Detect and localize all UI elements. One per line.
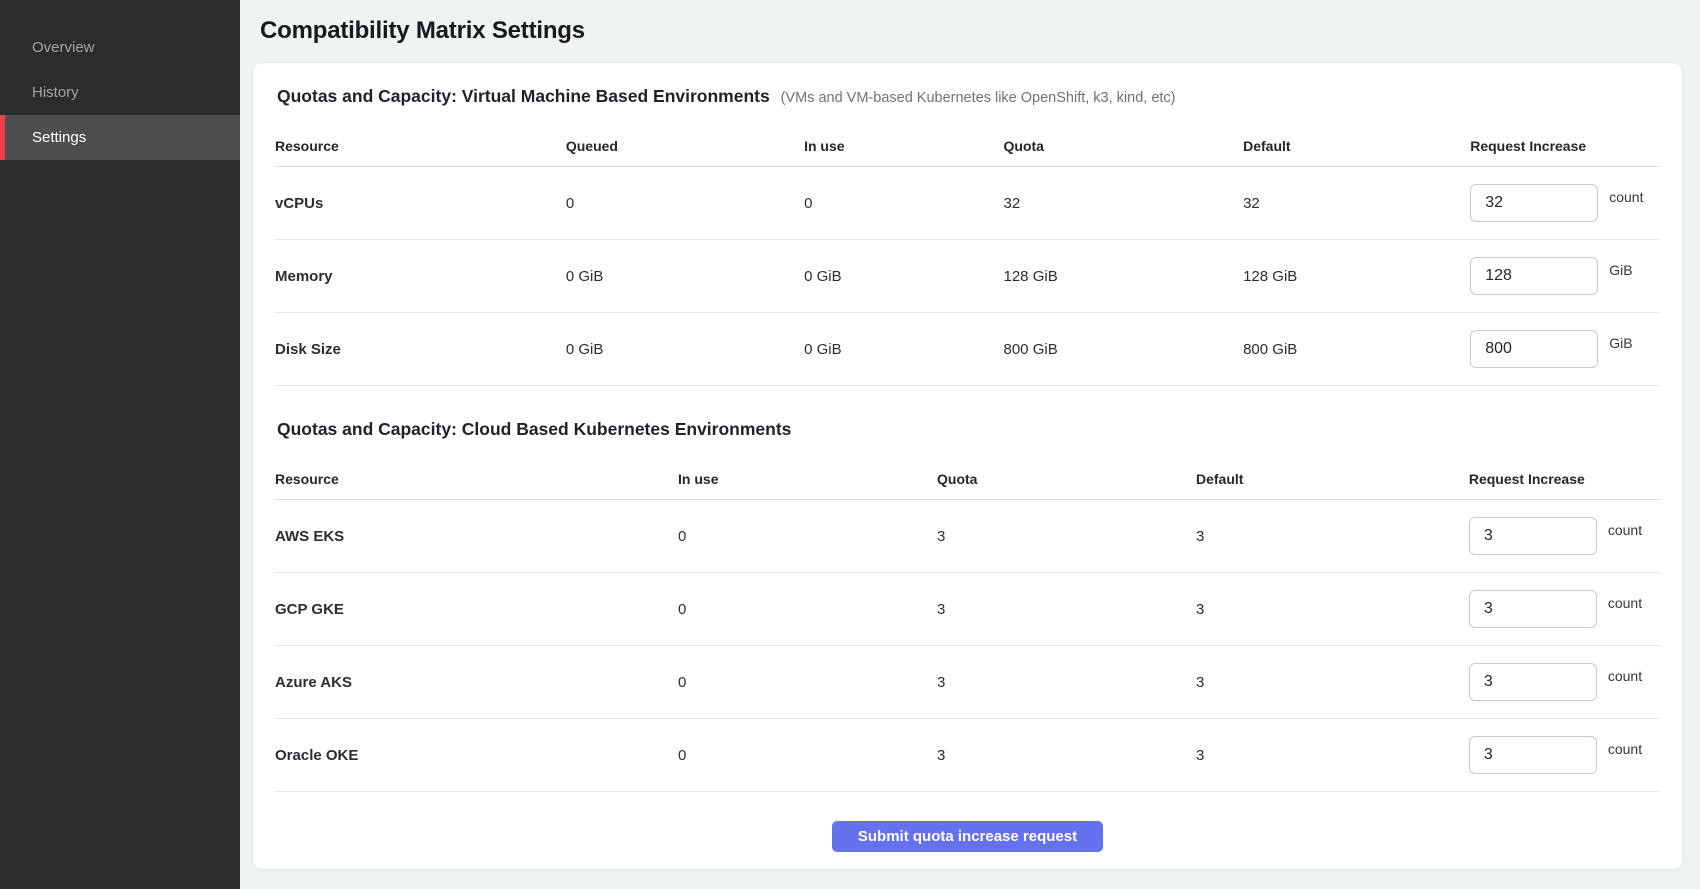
unit-label: count (1608, 595, 1642, 611)
column-header-resource: Resource (275, 471, 678, 487)
sidebar-item-label: History (32, 84, 79, 101)
in-use-value: 0 (678, 528, 937, 545)
page-title: Compatibility Matrix Settings (260, 18, 1683, 44)
quota-value: 3 (937, 528, 1196, 545)
vcpus-request-input[interactable] (1470, 184, 1598, 222)
default-value: 800 GiB (1243, 341, 1470, 358)
default-value: 128 GiB (1243, 268, 1470, 285)
aws-eks-request-input[interactable] (1469, 517, 1597, 555)
submit-quota-increase-button[interactable]: Submit quota increase request (832, 821, 1103, 852)
queued-value: 0 (566, 195, 804, 212)
request-increase-cell: count (1470, 184, 1660, 222)
default-value: 32 (1243, 195, 1470, 212)
quota-value: 3 (937, 747, 1196, 764)
resource-name: Memory (275, 268, 566, 285)
table-row-memory: Memory 0 GiB 0 GiB 128 GiB 128 GiB GiB (275, 240, 1660, 313)
default-value: 3 (1196, 747, 1469, 764)
in-use-value: 0 (678, 674, 937, 691)
resource-name: Oracle OKE (275, 747, 678, 764)
column-header-quota: Quota (937, 471, 1196, 487)
in-use-value: 0 (678, 601, 937, 618)
table-row-gcp-gke: GCP GKE 0 3 3 count (275, 573, 1660, 646)
cloud-table-header: Resource In use Quota Default Request In… (275, 458, 1660, 500)
unit-label: count (1609, 189, 1643, 205)
quota-value: 128 GiB (1004, 268, 1244, 285)
request-increase-cell: count (1469, 590, 1660, 628)
main-content: Compatibility Matrix Settings Quotas and… (240, 0, 1700, 889)
vm-section-title: Quotas and Capacity: Virtual Machine Bas… (277, 86, 1660, 107)
memory-request-input[interactable] (1470, 257, 1598, 295)
in-use-value: 0 (678, 747, 937, 764)
sidebar-item-overview[interactable]: Overview (0, 25, 240, 70)
sidebar: Overview History Settings (0, 0, 240, 889)
cloud-section-title-text: Quotas and Capacity: Cloud Based Kuberne… (277, 419, 791, 439)
in-use-value: 0 GiB (804, 341, 1003, 358)
resource-name: GCP GKE (275, 601, 678, 618)
table-row-disk-size: Disk Size 0 GiB 0 GiB 800 GiB 800 GiB Gi… (275, 313, 1660, 386)
column-header-request-increase: Request Increase (1470, 138, 1660, 154)
in-use-value: 0 GiB (804, 268, 1003, 285)
vm-section-title-text: Quotas and Capacity: Virtual Machine Bas… (277, 86, 770, 106)
column-header-default: Default (1243, 138, 1470, 154)
in-use-value: 0 (804, 195, 1003, 212)
gcp-gke-request-input[interactable] (1469, 590, 1597, 628)
quotas-card: Quotas and Capacity: Virtual Machine Bas… (252, 62, 1683, 870)
sidebar-item-settings[interactable]: Settings (0, 115, 240, 160)
quota-value: 3 (937, 601, 1196, 618)
disk-size-request-input[interactable] (1470, 330, 1598, 368)
unit-label: count (1608, 668, 1642, 684)
column-header-queued: Queued (566, 138, 804, 154)
table-row-oracle-oke: Oracle OKE 0 3 3 count (275, 719, 1660, 792)
sidebar-item-label: Settings (32, 129, 86, 146)
request-increase-cell: GiB (1470, 257, 1660, 295)
request-increase-cell: count (1469, 663, 1660, 701)
column-header-in-use: In use (678, 471, 937, 487)
column-header-resource: Resource (275, 138, 566, 154)
default-value: 3 (1196, 674, 1469, 691)
request-increase-cell: GiB (1470, 330, 1660, 368)
submit-button-row: Submit quota increase request (275, 792, 1660, 852)
vm-section-subtitle: (VMs and VM-based Kubernetes like OpenSh… (781, 90, 1176, 106)
resource-name: Disk Size (275, 341, 566, 358)
request-increase-cell: count (1469, 517, 1660, 555)
resource-name: vCPUs (275, 195, 566, 212)
azure-aks-request-input[interactable] (1469, 663, 1597, 701)
unit-label: GiB (1609, 335, 1632, 351)
column-header-quota: Quota (1004, 138, 1244, 154)
request-increase-cell: count (1469, 736, 1660, 774)
vm-table-header: Resource Queued In use Quota Default Req… (275, 125, 1660, 167)
queued-value: 0 GiB (566, 268, 804, 285)
column-header-default: Default (1196, 471, 1469, 487)
sidebar-item-label: Overview (32, 39, 95, 56)
sidebar-item-history[interactable]: History (0, 70, 240, 115)
oracle-oke-request-input[interactable] (1469, 736, 1597, 774)
default-value: 3 (1196, 528, 1469, 545)
unit-label: count (1608, 522, 1642, 538)
quota-value: 800 GiB (1004, 341, 1244, 358)
unit-label: GiB (1609, 262, 1632, 278)
resource-name: AWS EKS (275, 528, 678, 545)
cloud-section-title: Quotas and Capacity: Cloud Based Kuberne… (277, 419, 1660, 440)
quota-value: 3 (937, 674, 1196, 691)
default-value: 3 (1196, 601, 1469, 618)
unit-label: count (1608, 741, 1642, 757)
column-header-request-increase: Request Increase (1469, 471, 1660, 487)
quota-value: 32 (1004, 195, 1244, 212)
table-row-azure-aks: Azure AKS 0 3 3 count (275, 646, 1660, 719)
column-header-in-use: In use (804, 138, 1003, 154)
table-row-aws-eks: AWS EKS 0 3 3 count (275, 500, 1660, 573)
queued-value: 0 GiB (566, 341, 804, 358)
table-row-vcpus: vCPUs 0 0 32 32 count (275, 167, 1660, 240)
resource-name: Azure AKS (275, 674, 678, 691)
